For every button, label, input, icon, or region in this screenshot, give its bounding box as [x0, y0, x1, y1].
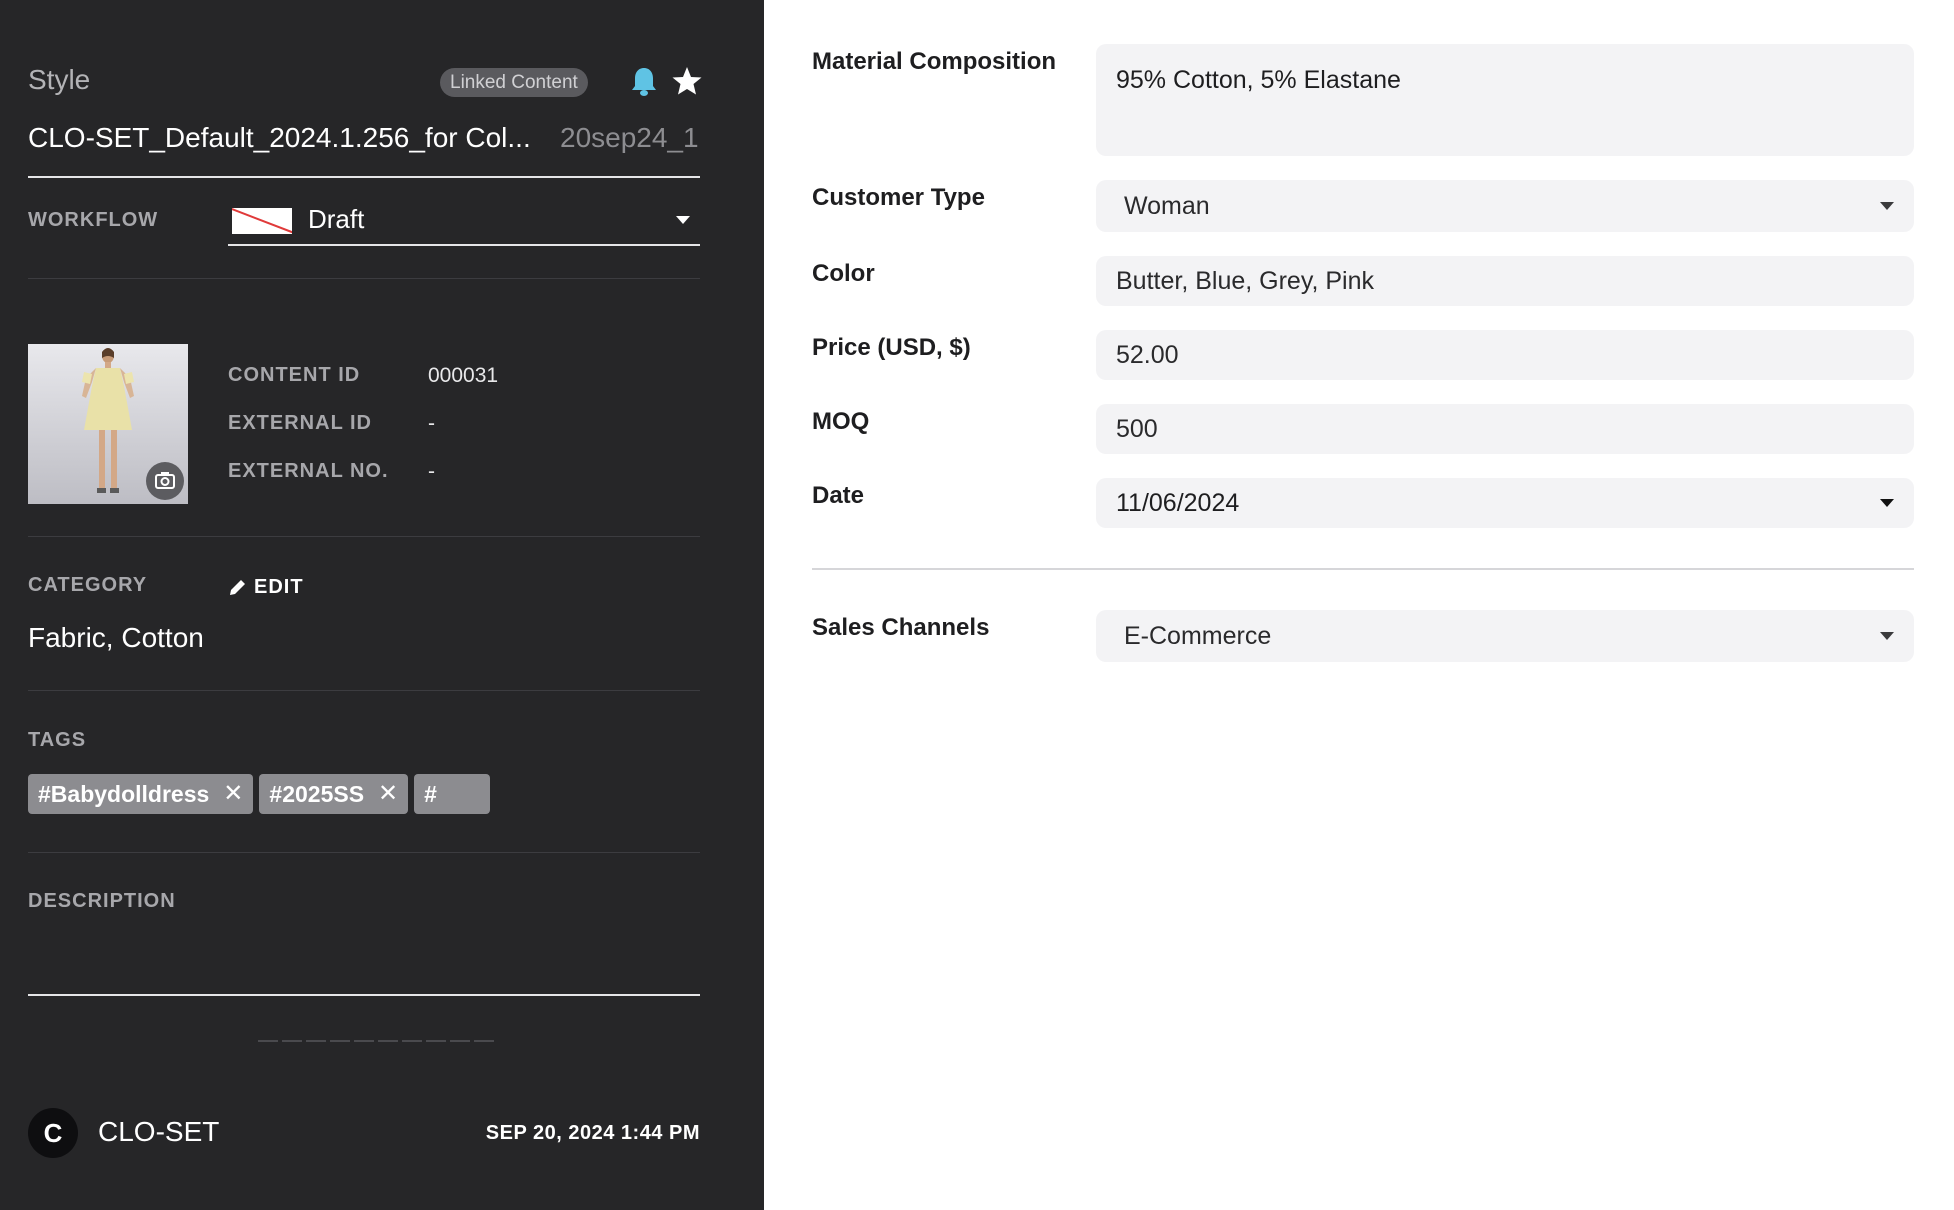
- tag-label: #2025SS: [269, 780, 365, 807]
- section-divider: [812, 568, 1914, 570]
- tag-chip: #Babydolldress ✕: [28, 774, 254, 814]
- style-version: 20sep24_1: [560, 122, 699, 153]
- customer-type-select[interactable]: Woman: [1096, 180, 1914, 232]
- external-id-value: -: [428, 412, 435, 435]
- title-underline: [28, 176, 700, 178]
- style-thumbnail[interactable]: [28, 344, 188, 504]
- workflow-value: Draft: [308, 204, 365, 234]
- panel-title: Style: [28, 64, 91, 95]
- timestamp: SEP 20, 2024 1:44 PM: [485, 1122, 700, 1144]
- owner-name: CLO-SET: [98, 1116, 220, 1147]
- tags-list: #Babydolldress ✕ #2025SS ✕ #: [28, 774, 491, 814]
- workflow-label: WORKFLOW: [28, 209, 159, 231]
- chevron-down-icon: [1880, 632, 1894, 640]
- style-name: CLO-SET_Default_2024.1.256_for Col...: [28, 122, 531, 153]
- chevron-down-icon: [1880, 499, 1894, 507]
- sales-channels-value: E-Commerce: [1124, 622, 1272, 650]
- close-icon[interactable]: ✕: [378, 782, 398, 806]
- customer-type-label: Customer Type: [812, 184, 985, 211]
- material-composition-field[interactable]: 95% Cotton, 5% Elastane: [1096, 44, 1914, 156]
- resize-handle[interactable]: [258, 1040, 496, 1042]
- price-label: Price (USD, $): [812, 334, 971, 361]
- content-id-label: CONTENT ID: [228, 364, 361, 386]
- customer-type-value: Woman: [1124, 192, 1210, 220]
- moq-label: MOQ: [812, 408, 870, 435]
- color-label: Color: [812, 260, 875, 287]
- tag-input[interactable]: #: [414, 774, 491, 814]
- tag-chip: #2025SS ✕: [259, 774, 409, 814]
- date-label: Date: [812, 482, 865, 509]
- style-detail-panel: Style Linked Content CLO-SET_Default_202…: [0, 0, 764, 1210]
- tag-input-prefix: #: [424, 780, 437, 807]
- divider: [28, 536, 700, 537]
- divider: [28, 278, 700, 279]
- color-field[interactable]: Butter, Blue, Grey, Pink: [1096, 256, 1914, 306]
- external-no-value: -: [428, 460, 435, 483]
- avatar[interactable]: C: [28, 1108, 78, 1158]
- description-input-underline[interactable]: [28, 994, 700, 996]
- close-icon[interactable]: ✕: [223, 782, 243, 806]
- chevron-down-icon: [1880, 202, 1894, 210]
- linked-content-badge[interactable]: Linked Content: [440, 68, 588, 97]
- workflow-status-swatch: [232, 208, 292, 234]
- moq-field[interactable]: 500: [1096, 404, 1914, 454]
- moq-value: 500: [1116, 415, 1158, 443]
- pencil-icon: [230, 580, 245, 595]
- star-icon[interactable]: [672, 66, 702, 96]
- external-id-label: EXTERNAL ID: [228, 412, 372, 434]
- material-composition-label: Material Composition: [812, 48, 1057, 75]
- description-label: DESCRIPTION: [28, 890, 176, 912]
- camera-icon[interactable]: [146, 462, 184, 500]
- sales-channels-label: Sales Channels: [812, 614, 990, 641]
- material-composition-value: 95% Cotton, 5% Elastane: [1116, 66, 1401, 94]
- date-value: 11/06/2024: [1116, 489, 1240, 517]
- edit-category-button[interactable]: EDIT: [228, 574, 304, 600]
- edit-label: EDIT: [254, 575, 304, 598]
- chevron-down-icon: [676, 216, 690, 224]
- workflow-dropdown[interactable]: Draft: [228, 198, 700, 246]
- external-no-label: EXTERNAL NO.: [228, 460, 389, 482]
- bell-icon[interactable]: [630, 66, 658, 98]
- color-value: Butter, Blue, Grey, Pink: [1116, 267, 1374, 295]
- category-value: Fabric, Cotton: [28, 622, 204, 653]
- divider: [28, 690, 700, 691]
- category-label: CATEGORY: [28, 574, 148, 596]
- date-picker[interactable]: 11/06/2024: [1096, 478, 1914, 528]
- sales-channels-select[interactable]: E-Commerce: [1096, 610, 1914, 662]
- properties-panel: Material Composition 95% Cotton, 5% Elas…: [764, 0, 1954, 1210]
- price-value: 52.00: [1116, 341, 1179, 369]
- divider: [28, 852, 700, 853]
- tag-label: #Babydolldress: [38, 780, 210, 807]
- tags-label: TAGS: [28, 729, 87, 751]
- price-field[interactable]: 52.00: [1096, 330, 1914, 380]
- content-id-value: 000031: [428, 364, 499, 387]
